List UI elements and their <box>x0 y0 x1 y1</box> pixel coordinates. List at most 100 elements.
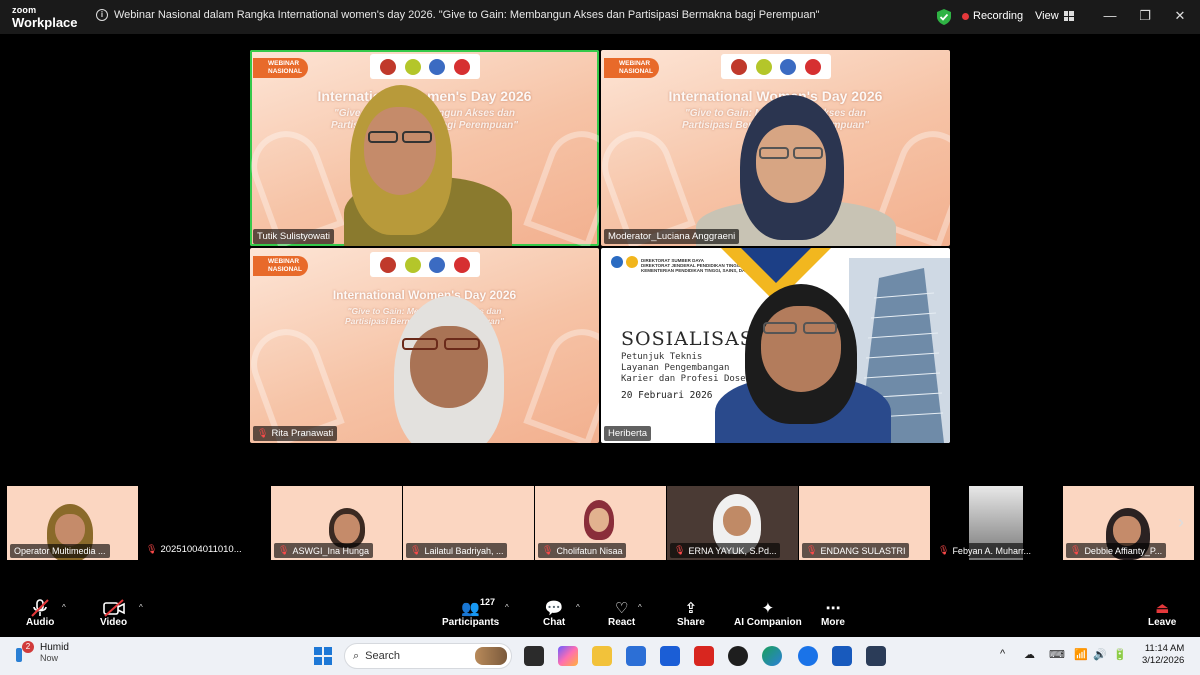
thumbnail-cholifatun[interactable]: 🎙 Cholifatun Nisaa <box>535 486 666 560</box>
outlook-icon[interactable] <box>660 646 680 666</box>
participants-caret-icon[interactable]: ^ <box>505 603 509 612</box>
leave-button[interactable]: ⏏ Leave <box>1148 599 1176 628</box>
chat-button[interactable]: 💬 Chat <box>543 599 565 628</box>
restore-button[interactable]: ❐ <box>1137 8 1153 24</box>
video-tile-rita[interactable]: WEBINAR NASIONAL International Women's Da… <box>250 248 599 443</box>
notification-badge: 2 <box>22 640 34 653</box>
ribbon-decoration <box>523 121 599 246</box>
meeting-title[interactable]: i Webinar Nasional dalam Rangka Internat… <box>96 9 820 21</box>
participant-name: Heriberta <box>604 426 652 441</box>
edge-icon[interactable] <box>762 646 782 666</box>
more-button[interactable]: ⋯ More <box>821 599 845 628</box>
onedrive-icon[interactable]: ☁ <box>1024 648 1035 661</box>
more-label: More <box>821 617 845 628</box>
react-button[interactable]: ♡ React <box>608 599 635 628</box>
weather-widget[interactable]: 2 Humid Now <box>14 640 69 663</box>
muted-mic-icon: 🎙 <box>1070 545 1082 555</box>
participant-name: 🎙 ERNA YAYUK, S.Pd... <box>670 543 781 558</box>
video-label: Video <box>100 617 128 628</box>
presentation-date: 20 Februari 2026 <box>621 390 713 401</box>
view-button[interactable]: View <box>1035 10 1074 22</box>
thumbnail-debbie[interactable]: 🎙 Debbie Affianty_P... <box>1063 486 1194 560</box>
thumbnail-aswgi[interactable]: 🎙 ASWGI_Ina Hunga <box>271 486 402 560</box>
task-view-icon[interactable] <box>524 646 544 666</box>
participant-name: 🎙 Rita Pranawati <box>253 426 338 441</box>
info-icon[interactable]: i <box>96 9 108 21</box>
sponsor-logos <box>721 54 831 79</box>
video-tile-heriberta[interactable]: DIREKTORAT SUMBER DAYA DIREKTORAT JENDER… <box>601 248 950 443</box>
participant-name: 🎙 Cholifatun Nisaa <box>538 543 627 558</box>
audio-button[interactable]: Audio <box>26 599 54 628</box>
ai-companion-label: AI Companion <box>734 617 802 628</box>
participants-label: Participants <box>442 617 500 628</box>
video-tile-tutik[interactable]: WEBINAR NASIONAL International Women's Da… <box>250 50 599 246</box>
language-icon[interactable]: ⌨ <box>1049 648 1065 661</box>
react-label: React <box>608 617 636 628</box>
thumbnail-endang[interactable]: 🎙 ENDANG SULASTRI <box>799 486 930 560</box>
participant-video <box>696 95 896 246</box>
zoom-taskbar-icon[interactable] <box>798 646 818 666</box>
participants-count: 127 <box>480 597 496 607</box>
ribbon-decoration <box>601 121 696 246</box>
title-bar: zoom Workplace i Webinar Nasional dalam … <box>0 0 1200 34</box>
participant-video <box>350 296 550 443</box>
muted-mic-icon: 🎙 <box>146 544 158 554</box>
volume-icon[interactable]: 🔊 <box>1093 648 1107 661</box>
thumbnail-20251004[interactable]: 🎙 20251004011010... <box>146 544 242 555</box>
weather-subtitle: Now <box>40 653 59 663</box>
zoom-logo: zoom Workplace <box>12 6 78 30</box>
chat-caret-icon[interactable]: ^ <box>576 603 580 612</box>
tutwuri-logo-icon <box>626 256 638 268</box>
meeting-title-text: Webinar Nasional dalam Rangka Internatio… <box>114 9 820 21</box>
battery-icon[interactable]: 🔋 <box>1113 648 1127 661</box>
participants-button[interactable]: 👥 127 Participants <box>442 597 500 628</box>
participants-icon: 👥 <box>461 600 480 617</box>
react-caret-icon[interactable]: ^ <box>638 603 642 612</box>
recording-indicator[interactable]: Recording <box>962 10 1023 22</box>
app-l-icon[interactable] <box>694 646 714 666</box>
word-icon[interactable] <box>832 646 852 666</box>
ribbon-decoration <box>250 319 345 443</box>
video-button[interactable]: Video <box>100 599 127 628</box>
audio-options-caret-icon[interactable]: ^ <box>62 603 66 612</box>
github-icon[interactable] <box>728 646 748 666</box>
weather-icon: 2 <box>14 640 34 663</box>
encryption-shield-icon[interactable] <box>937 9 951 25</box>
share-button[interactable]: ⇪ Share <box>677 599 705 628</box>
muted-mic-icon: 🎙 <box>257 428 269 438</box>
system-clock[interactable]: 11:14 AM 3/12/2026 <box>1142 643 1184 667</box>
participant-name: 🎙 Debbie Affianty_P... <box>1066 543 1167 558</box>
sparkle-icon: ✦ <box>761 600 775 617</box>
minimize-button[interactable]: — <box>1102 8 1118 23</box>
sponsor-logos <box>370 252 480 277</box>
webinar-badge: WEBINAR NASIONAL <box>604 58 659 78</box>
heart-icon: ♡ <box>614 600 629 617</box>
muted-mic-icon: 🎙 <box>938 545 950 555</box>
clock-date: 3/12/2026 <box>1142 655 1185 666</box>
thumbnail-lailatul[interactable]: 🎙 Lailatul Badriyah, ... <box>403 486 534 560</box>
windows-taskbar: 2 Humid Now ⌕ Search ^ ☁ ⌨ 📶 🔊 🔋 11:14 A… <box>0 637 1200 675</box>
thumbnail-operator[interactable]: Operator Multimedia ... <box>7 486 138 560</box>
meeting-toolbar: Audio ^ Video ^ 👥 127 Participants ^ 💬 C… <box>0 591 1200 637</box>
webinar-badge: WEBINAR NASIONAL <box>253 58 308 78</box>
close-button[interactable]: ✕ <box>1172 8 1188 24</box>
store-icon[interactable] <box>626 646 646 666</box>
mic-muted-icon <box>31 599 49 617</box>
start-windows-icon[interactable] <box>314 647 332 665</box>
ai-companion-button[interactable]: ✦ AI Companion <box>734 599 802 628</box>
recording-label: Recording <box>973 10 1024 22</box>
search-placeholder: Search <box>365 650 401 662</box>
video-tile-luciana[interactable]: WEBINAR NASIONAL International Women's Da… <box>601 50 950 246</box>
taskbar-search[interactable]: ⌕ Search <box>344 643 512 669</box>
muted-mic-icon: 🎙 <box>278 545 290 555</box>
copilot-icon[interactable] <box>558 646 578 666</box>
thumbnail-erna[interactable]: 🎙 ERNA YAYUK, S.Pd... <box>667 486 798 560</box>
notepad-icon[interactable] <box>866 646 886 666</box>
file-explorer-icon[interactable] <box>592 646 612 666</box>
tray-overflow-chevron-icon[interactable]: ^ <box>1000 648 1005 660</box>
video-options-caret-icon[interactable]: ^ <box>139 603 143 612</box>
thumbnail-febyan[interactable]: 🎙 Febyan A. Muharr... <box>931 486 1062 560</box>
wifi-icon[interactable]: 📶 <box>1074 648 1088 661</box>
next-page-chevron-icon[interactable]: › <box>1178 512 1184 533</box>
participant-name: Tutik Sulistyowati <box>253 229 335 244</box>
